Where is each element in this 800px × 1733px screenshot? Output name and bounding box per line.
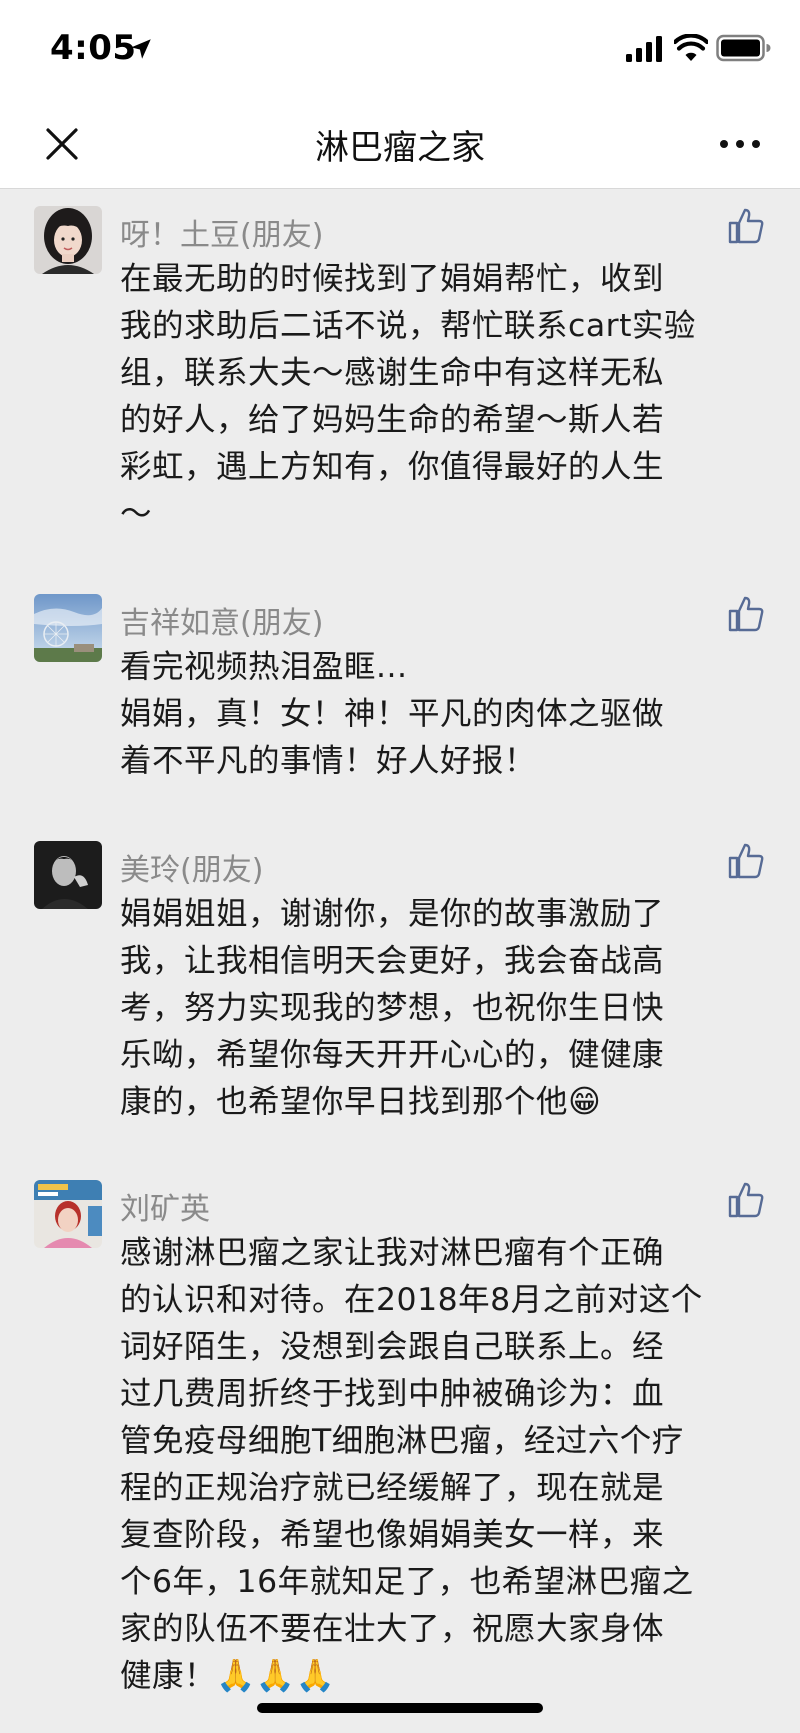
location-arrow-icon — [131, 39, 151, 59]
avatar[interactable] — [34, 1180, 102, 1248]
comment-author: 吉祥如意(朋友) — [120, 606, 324, 641]
comment-author: 呀！土豆(朋友) — [120, 218, 324, 253]
like-icon[interactable] — [726, 1180, 766, 1220]
comment-text: 看完视频热泪盈眶... 娟娟，真！女！神！平凡的肉体之驱做 着不平凡的事情！好人… — [120, 649, 665, 779]
status-bar: 4:05 — [0, 0, 800, 100]
avatar[interactable] — [34, 841, 102, 909]
avatar[interactable] — [34, 206, 102, 274]
like-icon[interactable] — [726, 594, 766, 634]
comment-text: 娟娟姐姐，谢谢你，是你的故事激励了 我，让我相信明天会更好，我会奋战高 考，努力… — [120, 896, 665, 1120]
status-time: 4:05 — [50, 28, 137, 68]
avatar[interactable] — [34, 594, 102, 662]
comment-author: 刘矿英 — [120, 1192, 210, 1227]
more-icon[interactable] — [718, 130, 762, 158]
page-title: 淋巴瘤之家 — [315, 128, 485, 168]
comment-author: 美玲(朋友) — [120, 853, 264, 888]
wifi-icon — [674, 34, 708, 61]
nav-bar: 淋巴瘤之家 — [0, 100, 800, 189]
like-icon[interactable] — [726, 206, 766, 246]
like-icon[interactable] — [726, 841, 766, 881]
battery-icon — [716, 34, 771, 62]
comment-text: 在最无助的时候找到了娟娟帮忙，收到 我的求助后二话不说，帮忙联系cart实验 组… — [120, 261, 696, 532]
signal-icon — [626, 36, 662, 62]
comment-text: 感谢淋巴瘤之家让我对淋巴瘤有个正确 的认识和对待。在2018年8月之前对这个 词… — [120, 1235, 703, 1694]
screen: 4:05 淋巴瘤之家 呀！土豆(朋友) 在最无助的时候找到了娟娟帮忙，收到 我的… — [0, 0, 800, 1733]
home-indicator[interactable] — [257, 1703, 543, 1713]
